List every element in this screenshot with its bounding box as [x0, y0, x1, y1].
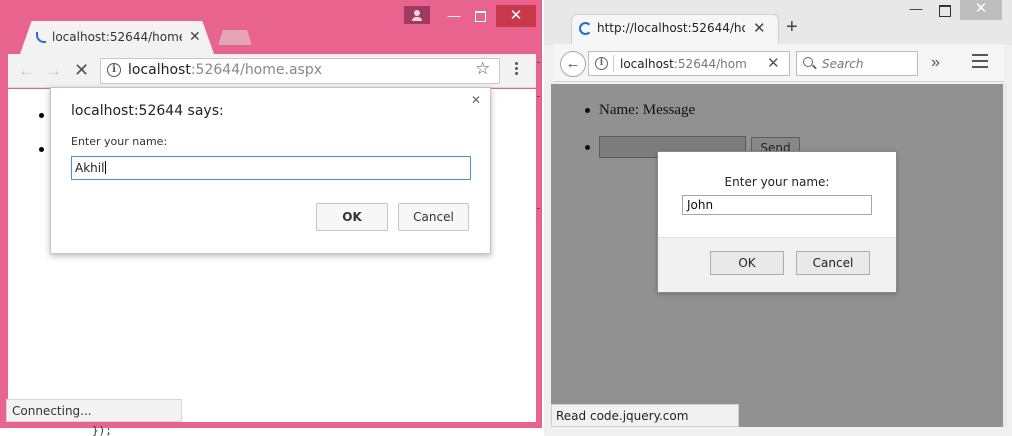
loading-spinner-icon: [579, 22, 592, 35]
forward-icon[interactable]: →: [45, 62, 62, 80]
divider: [537, 96, 540, 97]
dialog-message: Enter your name:: [724, 175, 830, 189]
new-tab-icon[interactable]: +: [786, 16, 798, 39]
firefox-tab-close-icon[interactable]: ✕: [753, 19, 766, 37]
chrome-new-tab-button[interactable]: [218, 29, 252, 46]
list-item: Name: Message: [599, 102, 696, 118]
url-host: localhost: [128, 62, 191, 78]
ok-button[interactable]: OK: [710, 251, 784, 275]
divider: [613, 55, 614, 72]
profile-icon[interactable]: [404, 6, 430, 24]
name-input[interactable]: John: [682, 195, 872, 215]
chrome-close-button[interactable]: ✕: [496, 5, 536, 27]
scrollbar[interactable]: [1003, 84, 1007, 427]
divider: [537, 208, 540, 209]
dialog-title: localhost:52644 says:: [71, 103, 224, 119]
back-icon[interactable]: ←: [18, 62, 35, 80]
firefox-maximize-button[interactable]: [934, 0, 954, 20]
firefox-status-bar: Read code.jquery.com: [551, 404, 739, 427]
info-icon[interactable]: i: [107, 63, 121, 77]
firefox-close-button[interactable]: ✕: [960, 0, 1002, 20]
cancel-button[interactable]: Cancel: [398, 203, 469, 231]
hamburger-icon[interactable]: [972, 54, 988, 70]
firefox-url[interactable]: localhost:52644/hom: [620, 57, 747, 71]
menu-icon[interactable]: [510, 60, 522, 80]
list-bullet: [39, 147, 44, 152]
chrome-url[interactable]: localhost:52644/home.aspx: [128, 62, 322, 78]
back-icon[interactable]: ←: [560, 51, 586, 77]
cancel-button[interactable]: Cancel: [796, 251, 870, 275]
list-bullet: [585, 108, 590, 113]
search-placeholder: Search: [822, 57, 864, 71]
info-icon[interactable]: i: [595, 57, 608, 70]
chrome-minimize-button[interactable]: —: [444, 5, 464, 27]
firefox-tab-title: http://localhost:52644/home.aspx: [597, 21, 745, 35]
ok-button[interactable]: OK: [316, 203, 388, 231]
list-bullet: [585, 145, 590, 150]
clear-icon[interactable]: ✕: [767, 54, 780, 72]
divider: [537, 62, 540, 63]
star-icon[interactable]: ☆: [475, 60, 490, 78]
overflow-icon[interactable]: »: [931, 54, 940, 72]
list-bullet: [39, 113, 44, 118]
url-path: :52644/hom: [673, 57, 747, 71]
url-host: localhost: [620, 57, 674, 71]
dialog-message: Enter your name:: [71, 135, 168, 148]
name-input[interactable]: Akhil: [71, 156, 471, 180]
chrome-tab-close-icon[interactable]: ✕: [189, 29, 201, 43]
url-path: :52644/home.aspx: [190, 62, 322, 78]
search-icon: [803, 57, 813, 67]
dialog-close-icon[interactable]: ✕: [471, 93, 481, 107]
code-fragment: });: [92, 424, 112, 436]
chrome-tab-title: localhost:52644/home.aspx: [52, 30, 182, 44]
firefox-minimize-button[interactable]: —: [906, 0, 926, 20]
chrome-status-bar: Connecting...: [6, 399, 182, 422]
stop-icon[interactable]: ✕: [74, 61, 89, 79]
chrome-maximize-button[interactable]: [470, 5, 490, 27]
